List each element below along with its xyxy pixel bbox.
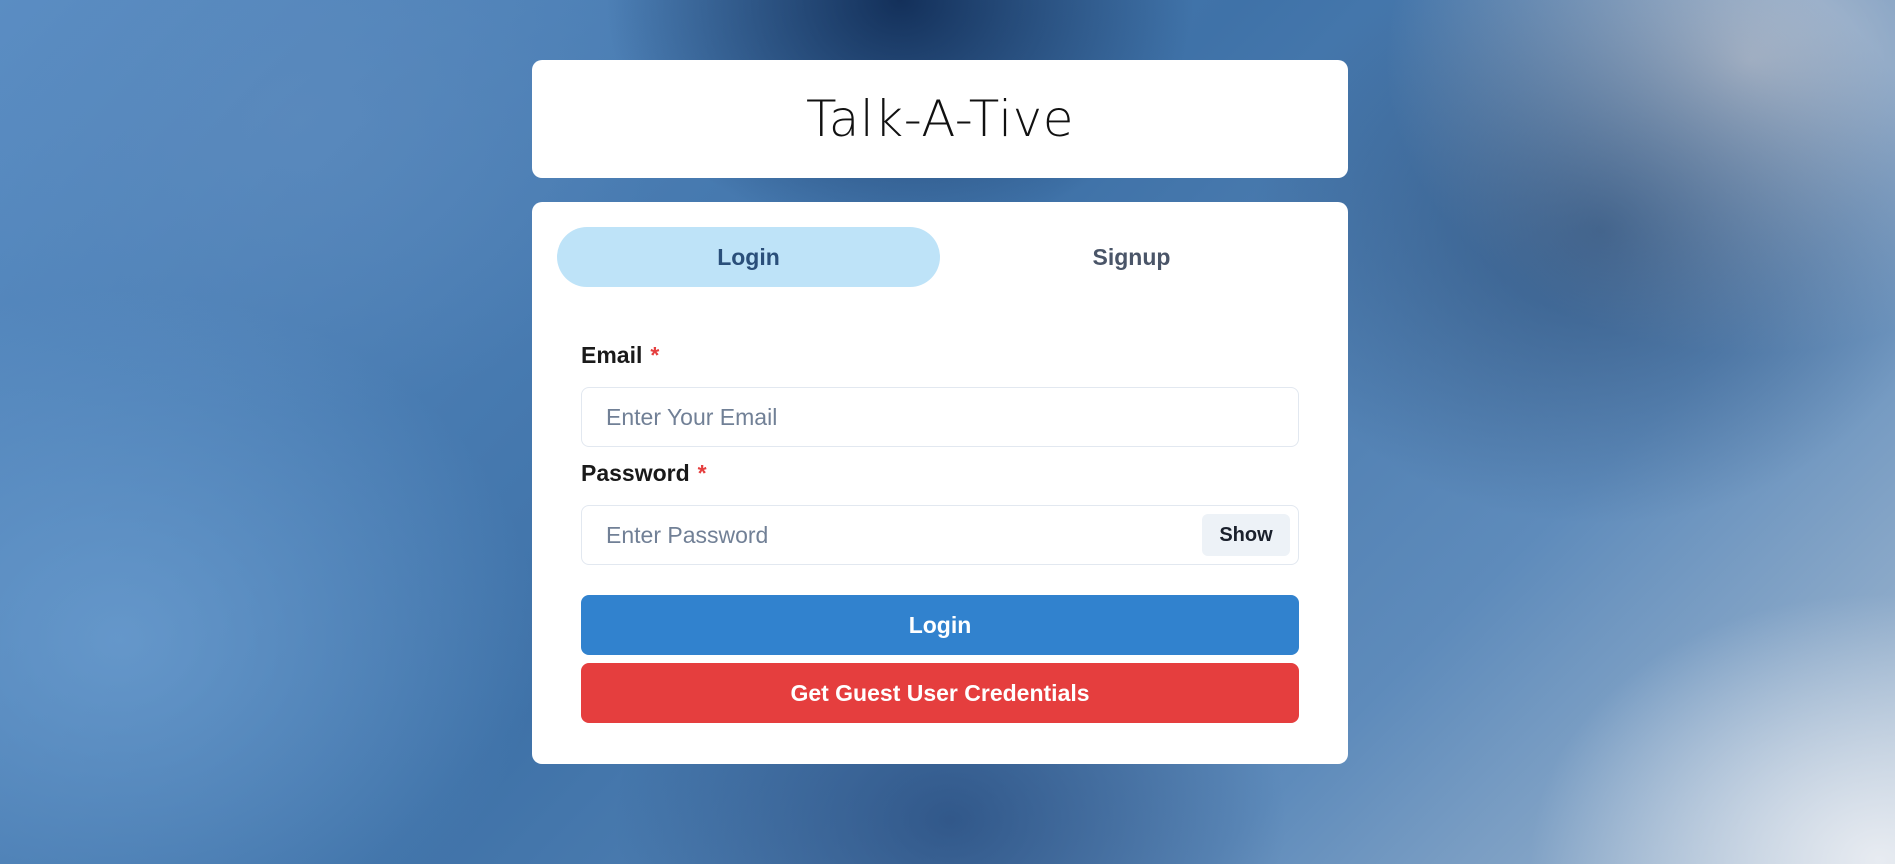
password-input-group: Show <box>581 505 1299 565</box>
tab-login[interactable]: Login <box>557 227 940 287</box>
auth-tabs: Login Signup <box>557 227 1323 287</box>
email-required-marker: * <box>650 341 660 368</box>
login-form: Email * Password * Show Login Get Guest … <box>557 339 1323 723</box>
auth-form-card: Login Signup Email * Password * Show Log… <box>532 202 1348 764</box>
show-password-button[interactable]: Show <box>1202 514 1290 556</box>
app-title: Talk-A-Tive <box>806 90 1074 148</box>
header-card: Talk-A-Tive <box>532 60 1348 178</box>
password-input[interactable] <box>581 505 1299 565</box>
login-button[interactable]: Login <box>581 595 1299 655</box>
email-label: Email * <box>581 339 1299 371</box>
password-label-text: Password <box>581 459 690 486</box>
password-required-marker: * <box>697 459 707 486</box>
tab-signup[interactable]: Signup <box>940 227 1323 287</box>
password-label: Password * <box>581 457 1299 489</box>
guest-credentials-button[interactable]: Get Guest User Credentials <box>581 663 1299 723</box>
email-input[interactable] <box>581 387 1299 447</box>
email-input-group <box>581 387 1299 447</box>
email-label-text: Email <box>581 341 643 368</box>
auth-container: Talk-A-Tive Login Signup Email * Passwor… <box>532 60 1348 764</box>
